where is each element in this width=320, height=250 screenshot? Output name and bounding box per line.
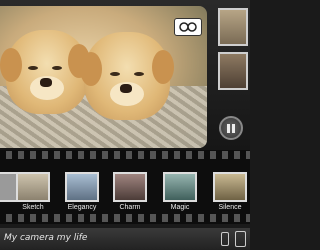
camera-switch-icon[interactable] — [174, 18, 202, 36]
filter-thumbnail — [16, 172, 50, 202]
filter-label: Silence — [218, 204, 242, 211]
phone-icon — [221, 232, 229, 246]
puppy-eye — [52, 66, 62, 70]
filter-label: Elegancy — [67, 204, 97, 211]
puppy-ear — [80, 52, 102, 86]
puppy-nose — [120, 84, 132, 93]
puppy-ear — [152, 50, 174, 84]
puppy-eye — [28, 66, 38, 70]
filter-option-sketch[interactable]: Sketch — [13, 172, 53, 214]
camera-preview-image[interactable] — [0, 6, 207, 148]
puppy-left — [0, 30, 90, 114]
recent-photo-thumbnail[interactable] — [218, 8, 248, 46]
film-perforation — [0, 151, 250, 159]
filter-option-elegancy[interactable]: Elegancy — [62, 172, 102, 214]
filter-film-strip: Sketch Elegancy Charm Magic Silence — [0, 150, 250, 224]
puppy-right — [80, 32, 174, 120]
puppy-eye — [134, 72, 144, 76]
puppy-ear — [0, 48, 22, 82]
filter-option-silence[interactable]: Silence — [210, 172, 250, 214]
filter-label: Charm — [119, 204, 141, 211]
pause-button[interactable] — [219, 116, 243, 140]
tablet-icon — [235, 231, 246, 247]
filter-option-charm[interactable]: Charm — [110, 172, 150, 214]
filter-label: Magic — [170, 204, 190, 211]
filter-thumbnail — [213, 172, 247, 202]
filter-thumbnail — [113, 172, 147, 202]
filter-option-magic[interactable]: Magic — [160, 172, 200, 214]
filter-thumbnail — [65, 172, 99, 202]
recent-photos-strip — [218, 8, 250, 96]
filter-label: Sketch — [22, 204, 44, 211]
puppy-eye — [110, 72, 120, 76]
film-perforation — [0, 214, 250, 222]
bottom-bar: My camera my life — [0, 228, 250, 250]
filter-thumbnail — [163, 172, 197, 202]
pause-icon — [227, 123, 230, 133]
camera-viewer — [0, 0, 250, 150]
recent-photo-thumbnail[interactable] — [218, 52, 248, 90]
puppy-nose — [40, 78, 52, 87]
tagline-text: My camera my life — [4, 233, 88, 243]
